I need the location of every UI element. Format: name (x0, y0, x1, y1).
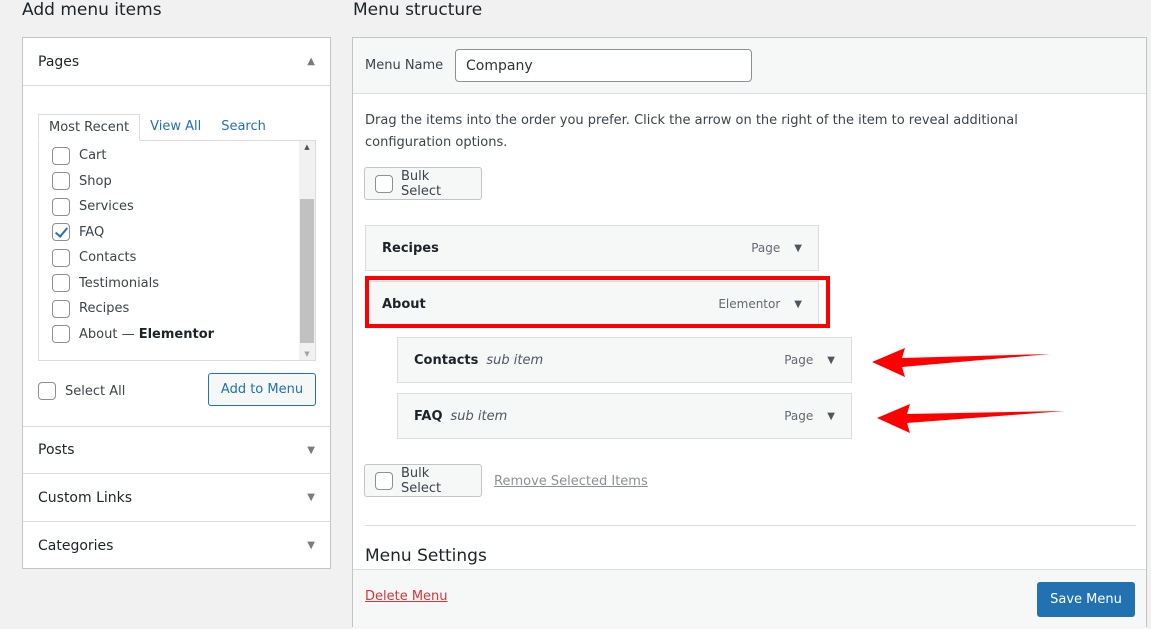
menu-structure-heading: Menu structure (353, 0, 483, 20)
posts-title: Posts (38, 442, 75, 458)
page-item[interactable]: Shop (39, 169, 315, 195)
tab-most-recent[interactable]: Most Recent (38, 114, 141, 141)
add-menu-items-heading: Add menu items (22, 0, 162, 20)
triangle-down-icon[interactable]: ▼ (794, 243, 802, 254)
tab-view-all[interactable]: View All (140, 113, 211, 140)
select-all[interactable]: Select All (38, 382, 125, 400)
page-label: Testimonials (79, 275, 160, 291)
page-item[interactable]: FAQ (39, 220, 315, 246)
save-menu-button[interactable]: Save Menu (1037, 582, 1135, 617)
page-checkbox[interactable] (52, 325, 70, 344)
select-all-checkbox[interactable] (38, 382, 56, 400)
tab-search[interactable]: Search (211, 113, 276, 140)
menu-item-sub: sub item (450, 408, 508, 424)
posts-section-header[interactable]: Posts ▼ (23, 426, 330, 474)
pages-section-header[interactable]: Pages ▲ (23, 38, 330, 86)
bulk-select-button[interactable]: Bulk Select (364, 167, 482, 200)
arrow-icon (877, 404, 1065, 433)
menu-settings-heading: Menu Settings (365, 546, 487, 566)
page-label: About — Elementor (79, 326, 215, 342)
menu-structure-panel: Menu Name Drag the items into the order … (352, 37, 1147, 629)
page-label: Recipes (79, 301, 130, 317)
triangle-up-icon: ▲ (307, 56, 315, 67)
page-checkbox[interactable] (52, 172, 70, 191)
triangle-down-icon: ▼ (307, 492, 315, 503)
page-label: Shop (79, 173, 112, 189)
pages-tabs: Most Recent View All Search (38, 113, 276, 141)
page-item[interactable]: Contacts (39, 245, 315, 271)
menu-name-input[interactable] (455, 49, 752, 82)
page-item[interactable]: Testimonials (39, 271, 315, 297)
highlight-box (365, 276, 830, 328)
select-all-label: Select All (65, 383, 126, 399)
bulk-select-button-bottom[interactable]: Bulk Select (364, 464, 482, 497)
page-label: Services (79, 199, 134, 215)
page-label: Contacts (79, 250, 137, 266)
scroll-down-icon[interactable]: ▼ (299, 350, 315, 358)
pages-list: Cart Shop Services FAQ Contacts Testimonials R… (38, 140, 316, 361)
menu-header: Menu Name (353, 38, 1146, 94)
checkbox (375, 174, 393, 193)
menu-item-type: Page (784, 409, 814, 423)
bulk-select-label: Bulk Select (401, 465, 442, 496)
menu-name-label: Menu Name (365, 58, 444, 73)
menu-item-type: Page (784, 353, 814, 367)
page-checkbox[interactable] (52, 248, 70, 267)
menu-item[interactable]: Contacts sub item Page ▼ (397, 337, 852, 383)
custom-links-section-header[interactable]: Custom Links ▼ (23, 474, 330, 522)
annotation-arrows (872, 348, 1065, 433)
page-label: FAQ (79, 224, 105, 240)
menu-item[interactable]: FAQ sub item Page ▼ (397, 393, 852, 439)
divider (365, 525, 1136, 526)
menu-footer: Delete Menu Save Menu (353, 569, 1146, 629)
page-checkbox[interactable] (52, 223, 70, 242)
menu-item-title: Recipes (382, 240, 439, 256)
scrollbar-thumb[interactable] (300, 199, 314, 343)
scrollbar[interactable]: ▲ ▼ (299, 141, 315, 360)
page-item[interactable]: Services (39, 194, 315, 220)
page-checkbox[interactable] (52, 146, 70, 165)
menu-item-sub: sub item (486, 352, 544, 368)
triangle-down-icon: ▼ (307, 444, 315, 456)
instructions: Drag the items into the order you prefer… (365, 113, 1018, 150)
pages-title: Pages (38, 53, 80, 70)
scroll-up-icon[interactable]: ▲ (299, 143, 315, 151)
bulk-select-label: Bulk Select (401, 168, 442, 199)
add-to-menu-button[interactable]: Add to Menu (208, 373, 316, 406)
page-item[interactable]: About — Elementor (39, 322, 315, 348)
add-items-panel: Pages ▲ Most Recent View All Search Cart S… (22, 37, 331, 569)
remove-selected-link[interactable]: Remove Selected Items (494, 474, 648, 489)
menu-item-type: Page (751, 241, 781, 255)
triangle-down-icon: ▼ (307, 540, 315, 551)
page-checkbox[interactable] (52, 197, 70, 216)
page-label: Cart (79, 148, 107, 164)
page-checkbox[interactable] (52, 299, 70, 318)
menu-item-title: Contacts (414, 352, 479, 368)
page-item[interactable]: Cart (39, 143, 315, 169)
categories-title: Categories (38, 537, 114, 554)
menu-item[interactable]: Recipes Page ▼ (365, 225, 819, 271)
checkbox (375, 471, 393, 490)
page-item[interactable]: Recipes (39, 296, 315, 322)
page-checkbox[interactable] (52, 274, 70, 293)
categories-section-header[interactable]: Categories ▼ (23, 522, 330, 569)
arrow-icon (872, 348, 1050, 377)
delete-menu-link[interactable]: Delete Menu (365, 589, 448, 604)
custom-links-title: Custom Links (38, 489, 133, 506)
triangle-down-icon[interactable]: ▼ (827, 411, 835, 422)
triangle-down-icon[interactable]: ▼ (827, 355, 835, 366)
menu-item-title: FAQ (414, 408, 443, 424)
